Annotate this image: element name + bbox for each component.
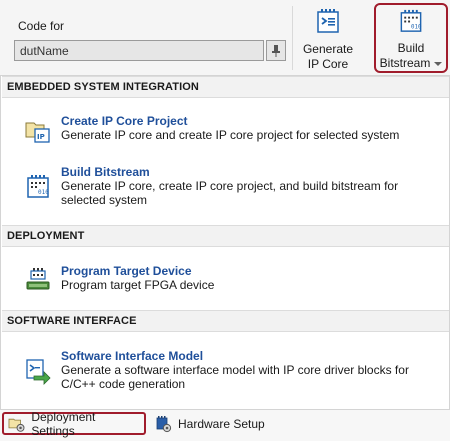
deployment-settings-button[interactable]: Deployment Settings [2, 409, 146, 438]
svg-text:010: 010 [411, 24, 422, 30]
section-header-embedded: EMBEDDED SYSTEM INTEGRATION [2, 76, 449, 98]
svg-text:010: 010 [38, 189, 49, 196]
section-header-deployment: DEPLOYMENT [2, 225, 449, 247]
menu-item-program-target-device[interactable]: Program Target Device Program target FPG… [2, 264, 449, 296]
bitstream-icon: 010 [400, 9, 422, 32]
build-bitstream-dropdown: EMBEDDED SYSTEM INTEGRATION IP Create IP… [0, 76, 450, 441]
toolstrip-separator [292, 6, 293, 70]
code-for-label: Code for [18, 19, 65, 33]
hardware-setup-label: Hardware Setup [178, 416, 265, 431]
build-bitstream-button[interactable]: 010 Build Bitstream [374, 3, 448, 73]
build-label-line2: Bitstream [379, 56, 431, 70]
menu-item-title: Build Bitstream [61, 165, 150, 179]
generate-ip-core-icon [317, 9, 339, 33]
pin-button[interactable] [266, 40, 286, 61]
dut-name-field[interactable] [14, 40, 264, 61]
generate-label-line1: Generate [302, 42, 354, 56]
menu-item-title: Software Interface Model [61, 349, 204, 363]
dropdown-footer: Deployment Settings Hardware Setup [0, 409, 450, 441]
menu-item-title: Create IP Core Project [61, 114, 188, 128]
fpga-device-icon [26, 268, 50, 290]
build-label-line1: Build [397, 41, 425, 55]
menu-item-build-bitstream[interactable]: 010 Build Bitstream Generate IP core, cr… [2, 165, 449, 209]
bitstream-icon: 010 [27, 175, 49, 198]
generate-label-line2: IP Core [307, 57, 349, 71]
deployment-settings-label: Deployment Settings [31, 409, 96, 438]
menu-item-description: Generate IP core and create IP core proj… [61, 128, 400, 142]
software-interface-icon [26, 359, 51, 385]
deployment-settings-icon [8, 418, 25, 432]
svg-text:IP: IP [37, 133, 45, 141]
toolstrip: Code for Generate IP Core [0, 0, 450, 76]
menu-item-description: Generate a software interface model with… [61, 363, 409, 391]
hardware-setup-icon [156, 415, 172, 432]
menu-item-description: Generate IP core, create IP core project… [61, 179, 399, 207]
hardware-setup-button[interactable]: Hardware Setup [150, 412, 290, 435]
pin-icon [272, 44, 280, 57]
menu-item-description: Program target FPGA device [61, 278, 215, 292]
chevron-down-icon [434, 61, 443, 66]
generate-ip-core-button[interactable]: Generate IP Core [297, 6, 359, 72]
menu-item-software-interface-model[interactable]: Software Interface Model Generate a soft… [2, 349, 449, 393]
section-header-software-interface: SOFTWARE INTERFACE [2, 310, 449, 332]
menu-item-title: Program Target Device [61, 264, 192, 278]
build-label-line2-wrap: Bitstream [380, 56, 443, 71]
ip-core-project-icon: IP [25, 122, 50, 143]
menu-item-create-ip-core-project[interactable]: IP Create IP Core Project Generate IP co… [2, 114, 449, 154]
